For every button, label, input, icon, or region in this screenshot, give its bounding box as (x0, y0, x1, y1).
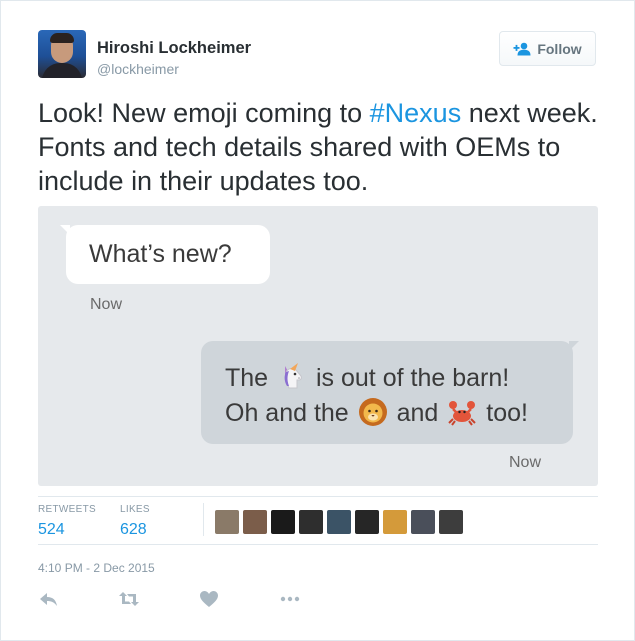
tweet-text: Look! New emoji coming to #Nexus next we… (38, 96, 598, 198)
likes-count: 628 (120, 521, 147, 538)
incoming-message-text: What’s new? (89, 240, 232, 268)
liker-avatar[interactable] (215, 510, 239, 534)
author-avatar[interactable] (38, 30, 86, 78)
liker-avatar[interactable] (243, 510, 267, 534)
liker-avatar[interactable] (327, 510, 351, 534)
liker-avatars (215, 510, 463, 534)
outgoing-message-text: The is out of the barn! Oh and the and t… (225, 361, 528, 431)
incoming-message-bubble: What’s new? (60, 225, 270, 284)
outgoing-text-3: Oh and the (225, 399, 349, 427)
retweets-label: RETWEETS (38, 504, 96, 515)
liker-avatar[interactable] (299, 510, 323, 534)
outgoing-message-bubble: The is out of the barn! Oh and the and t… (201, 341, 579, 444)
unicorn-emoji-icon (284, 363, 302, 389)
follow-button[interactable]: Follow (499, 31, 596, 66)
author-name[interactable]: Hiroshi Lockheimer (97, 39, 251, 58)
divider-top (38, 496, 598, 497)
retweets-count: 524 (38, 521, 65, 538)
stats-separator (203, 503, 204, 536)
liker-avatar[interactable] (383, 510, 407, 534)
follow-label: Follow (537, 40, 582, 57)
liker-avatar[interactable] (355, 510, 379, 534)
retweet-icon[interactable] (118, 589, 140, 609)
likes-label: LIKES (120, 504, 150, 515)
likes-stat[interactable]: LIKES 628 (120, 504, 150, 539)
liker-avatar[interactable] (411, 510, 435, 534)
add-user-icon (513, 42, 531, 55)
tweet-timestamp[interactable]: 4:10 PM - 2 Dec 2015 (38, 561, 155, 575)
liker-avatar[interactable] (271, 510, 295, 534)
outgoing-text-4: and (396, 399, 439, 427)
outgoing-message-time: Now (509, 454, 542, 471)
outgoing-text-2: is out of the barn! (316, 364, 510, 392)
liker-avatar[interactable] (439, 510, 463, 534)
tweet-text-before: Look! New emoji coming to (38, 98, 370, 128)
incoming-message-time: Now (90, 296, 123, 313)
outgoing-text-1: The (225, 364, 269, 392)
retweets-stat[interactable]: RETWEETS 524 (38, 504, 96, 539)
tweet-image[interactable]: What’s new? Now The is out of the barn! … (38, 206, 598, 486)
crab-emoji-icon (448, 401, 477, 426)
more-icon[interactable] (279, 589, 301, 609)
author-handle[interactable]: @lockheimer (97, 61, 179, 77)
reply-icon[interactable] (38, 589, 60, 609)
hashtag-link[interactable]: #Nexus (370, 98, 462, 128)
lion-emoji-icon (358, 398, 387, 426)
like-icon[interactable] (198, 589, 220, 609)
divider-bottom (38, 544, 598, 545)
outgoing-text-5: too! (486, 399, 528, 427)
